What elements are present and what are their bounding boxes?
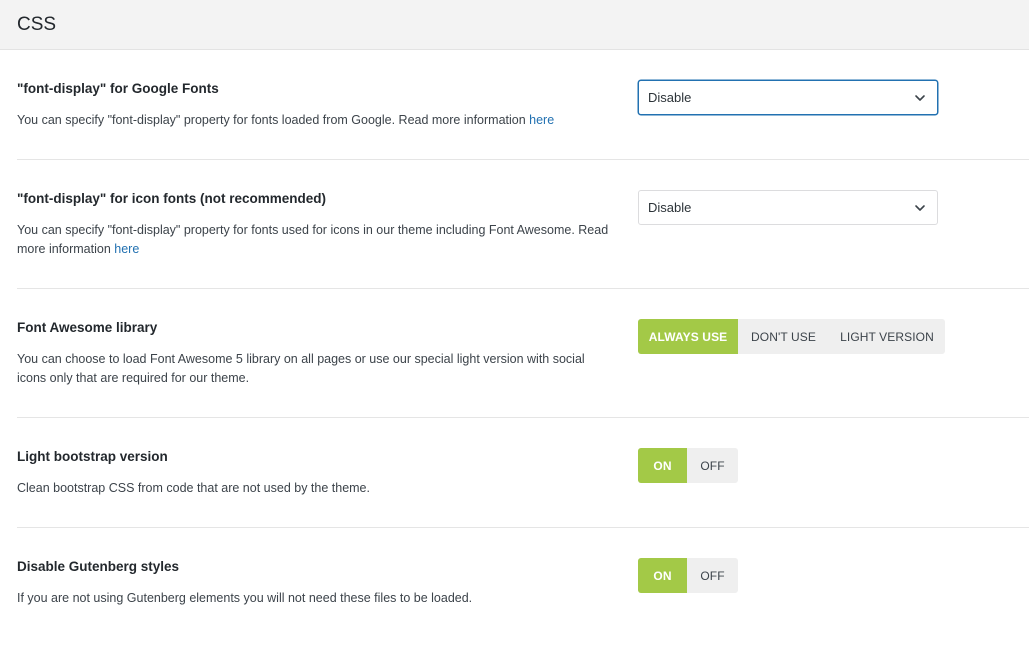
font-awesome-button-group: ALWAYS USE DON'T USE LIGHT VERSION [638, 319, 945, 354]
setting-label: Disable Gutenberg styles [17, 559, 180, 574]
font-awesome-control: ALWAYS USE DON'T USE LIGHT VERSION [638, 319, 945, 354]
setting-label: Font Awesome library [17, 320, 158, 335]
settings-page: CSS "font-display" for Google Fonts You … [0, 0, 1029, 663]
setting-description-text: You can specify "font-display" property … [17, 223, 609, 256]
chevron-down-icon [915, 204, 925, 211]
setting-row-icon-font-display: "font-display" for icon fonts (not recom… [17, 160, 1029, 289]
google-font-display-select[interactable]: Disable [638, 80, 938, 115]
light-bootstrap-toggle: ON OFF [638, 448, 738, 483]
chevron-down-icon [915, 94, 925, 101]
setting-row-disable-gutenberg: Disable Gutenberg styles If you are not … [17, 528, 1029, 662]
section-title: CSS [17, 13, 57, 35]
off-button[interactable]: OFF [687, 448, 738, 483]
setting-description-text: You can specify "font-display" property … [17, 113, 530, 127]
icon-font-display-select[interactable]: Disable [638, 190, 938, 225]
read-more-link[interactable]: here [529, 113, 554, 127]
disable-gutenberg-toggle: ON OFF [638, 558, 738, 593]
section-header: CSS [0, 0, 1029, 50]
setting-description: You can choose to load Font Awesome 5 li… [17, 352, 585, 385]
select-value: Disable [648, 200, 692, 215]
always-use-button[interactable]: ALWAYS USE [638, 319, 738, 354]
light-bootstrap-control: ON OFF [638, 448, 738, 483]
setting-label: "font-display" for icon fonts (not recom… [17, 191, 327, 206]
setting-row-light-bootstrap: Light bootstrap version Clean bootstrap … [17, 418, 1029, 528]
setting-row-font-awesome: Font Awesome library You can choose to l… [17, 289, 1029, 418]
light-version-button[interactable]: LIGHT VERSION [829, 319, 945, 354]
read-more-link[interactable]: here [114, 242, 139, 256]
on-button[interactable]: ON [638, 448, 687, 483]
select-value: Disable [648, 90, 692, 105]
settings-list: "font-display" for Google Fonts You can … [0, 50, 1029, 662]
setting-label: "font-display" for Google Fonts [17, 81, 219, 96]
setting-description: You can specify "font-display" property … [17, 221, 612, 259]
icon-font-display-control: Disable [638, 190, 938, 225]
setting-description: If you are not using Gutenberg elements … [17, 591, 473, 605]
on-button[interactable]: ON [638, 558, 687, 593]
setting-description: Clean bootstrap CSS from code that are n… [17, 481, 370, 495]
setting-label: Light bootstrap version [17, 449, 168, 464]
off-button[interactable]: OFF [687, 558, 738, 593]
setting-row-google-font-display: "font-display" for Google Fonts You can … [17, 50, 1029, 160]
setting-description: You can specify "font-display" property … [17, 111, 612, 130]
disable-gutenberg-control: ON OFF [638, 558, 738, 593]
dont-use-button[interactable]: DON'T USE [738, 319, 829, 354]
google-font-display-control: Disable [638, 80, 938, 115]
